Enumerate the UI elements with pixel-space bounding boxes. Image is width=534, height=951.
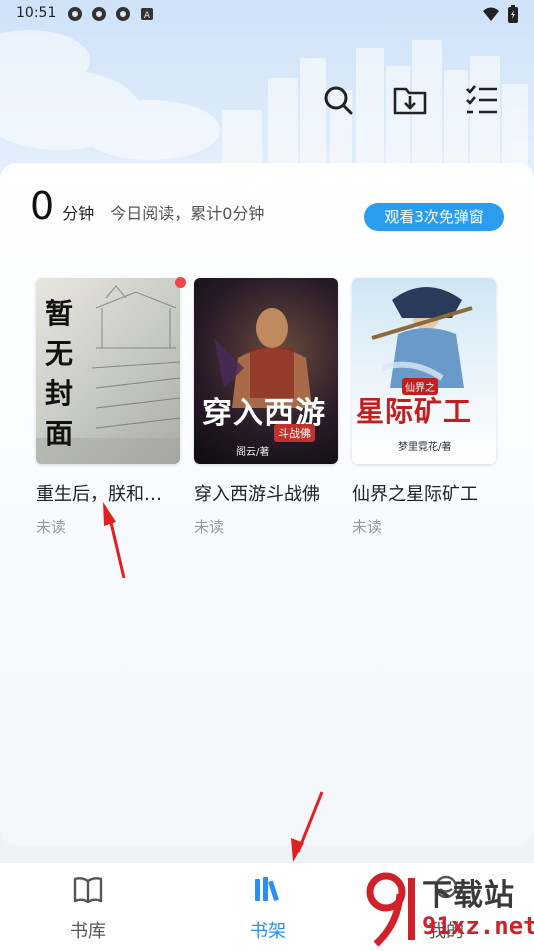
app-icon xyxy=(116,7,130,21)
today-reading-text: 今日阅读，累计0分钟 xyxy=(110,204,265,223)
book-item[interactable]: 星际矿工 仙界之 梦里霓花/著 仙界之星际矿工 未读 xyxy=(352,278,496,537)
open-book-icon xyxy=(73,877,103,904)
manage-list-icon xyxy=(466,85,497,114)
cover-placeholder-text: 暂无封面 xyxy=(45,297,74,450)
a-icon: A xyxy=(141,8,153,21)
cover-author: 阁云/著 xyxy=(236,447,270,458)
download-folder-icon xyxy=(393,87,427,115)
status-time: 10:51 xyxy=(16,5,57,21)
site-watermark: 下载站 91xz.net xyxy=(364,860,534,950)
svg-text:A: A xyxy=(144,11,151,21)
search-button[interactable] xyxy=(320,82,356,118)
bookshelf-icon xyxy=(255,877,279,901)
tab-label: 书架 xyxy=(250,921,286,942)
reading-minutes: 0 xyxy=(30,184,55,228)
book-cover[interactable]: 暂无封面 xyxy=(36,278,180,464)
manage-button[interactable] xyxy=(464,82,500,118)
app-icon xyxy=(68,7,82,21)
header-actions xyxy=(320,82,500,118)
wifi-icon xyxy=(483,7,499,21)
book-item[interactable]: 穿入西游 斗战佛 阁云/著 穿入西游斗战佛 未读 xyxy=(194,278,338,537)
import-button[interactable] xyxy=(392,82,428,118)
app-icon xyxy=(92,7,106,21)
book-item[interactable]: 暂无封面 重生后，朕和… 未读 xyxy=(36,277,186,537)
cover-subtitle: 斗战佛 xyxy=(274,424,315,442)
book-cover[interactable]: 穿入西游 斗战佛 阁云/著 xyxy=(194,278,338,464)
watermark-domain: 91xz.net xyxy=(422,912,534,940)
book-title: 穿入西游斗战佛 xyxy=(194,484,320,505)
cover-subtitle: 仙界之 xyxy=(402,378,438,395)
watermark-text: 下载站 xyxy=(422,878,515,913)
book-status: 未读 xyxy=(352,518,383,536)
book-title: 重生后，朕和… xyxy=(36,484,162,505)
book-status: 未读 xyxy=(194,518,225,536)
status-bar: 10:51 A xyxy=(0,0,534,28)
cover-title: 星际矿工 xyxy=(356,395,473,428)
book-title: 仙界之星际矿工 xyxy=(352,484,478,505)
book-cover[interactable]: 星际矿工 仙界之 梦里霓花/著 xyxy=(352,278,496,464)
watch-ad-button[interactable]: 观看3次免弹窗 xyxy=(364,203,504,231)
update-dot xyxy=(175,277,186,288)
book-status: 未读 xyxy=(36,518,67,536)
battery-icon xyxy=(508,5,518,23)
tab-bookshelf[interactable]: 书架 xyxy=(218,875,318,943)
cover-author: 梦里霓花/著 xyxy=(398,442,452,453)
reading-unit: 分钟 xyxy=(62,204,95,223)
reading-summary: 0 分钟 今日阅读，累计0分钟 xyxy=(30,186,264,226)
watermark-logo-icon xyxy=(366,872,415,947)
tab-label: 书库 xyxy=(70,921,106,942)
search-icon xyxy=(324,86,353,115)
tab-library[interactable]: 书库 xyxy=(38,875,138,943)
